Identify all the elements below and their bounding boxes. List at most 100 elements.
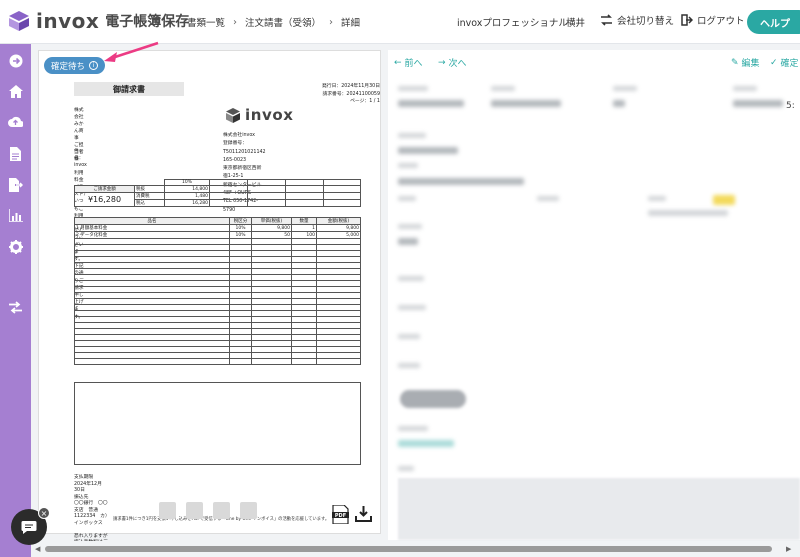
breadcrumb-order-receipt[interactable]: 注文請書（受領） bbox=[245, 15, 321, 29]
app-logo[interactable]: invox 電子帳簿保存 bbox=[8, 9, 189, 33]
blurred-value bbox=[613, 100, 625, 107]
scroll-left-icon[interactable]: ◀ bbox=[35, 545, 40, 553]
switch-icon[interactable] bbox=[8, 300, 23, 315]
summary-label: 税抜 bbox=[134, 185, 165, 193]
scrollbar-thumb[interactable] bbox=[45, 546, 772, 552]
summary-label: 消費税 bbox=[134, 192, 165, 200]
blurred-link bbox=[398, 440, 454, 447]
blurred-label bbox=[398, 133, 426, 138]
status-badge[interactable]: 確定待ち i bbox=[44, 57, 106, 74]
cloud-upload-icon[interactable] bbox=[8, 114, 23, 129]
item-price: 9,800 bbox=[251, 224, 292, 232]
blurred-label bbox=[398, 224, 422, 229]
breadcrumb-document-list[interactable]: 書類一覧 bbox=[187, 15, 225, 29]
issuer-line: 株式会社invox bbox=[223, 133, 256, 138]
arrow-left-icon: ← bbox=[394, 57, 402, 68]
page-number: ページ：1 / 1 bbox=[350, 99, 380, 104]
item-tax: 10% bbox=[229, 224, 252, 232]
invoice-meta: 発行日：2024年11月30日 請求番号：20241100059 ページ：1 /… bbox=[322, 83, 380, 106]
blurred-label bbox=[491, 86, 515, 91]
item-amount: 5,000 bbox=[316, 231, 361, 239]
blurred-value bbox=[398, 178, 524, 185]
blurred-value bbox=[398, 100, 464, 107]
blurred-label bbox=[398, 196, 416, 201]
issuer-line: 165-0023 bbox=[223, 157, 247, 163]
line-items-table: 品名 税区分 単価(税抜) 数量 金額(税抜) 1 月額基本料金 10% 9,8… bbox=[74, 217, 361, 365]
annotation-arrow-icon bbox=[104, 41, 159, 62]
logo-text: invox bbox=[36, 9, 100, 33]
gear-icon[interactable] bbox=[8, 239, 23, 254]
invoice-number: 請求番号：20241100059 bbox=[322, 91, 380, 97]
chevron-right-icon: › bbox=[233, 16, 238, 28]
blurred-label bbox=[398, 334, 420, 339]
memo-box bbox=[74, 382, 361, 465]
prev-button[interactable]: ← 前へ bbox=[394, 56, 423, 70]
logo-subtitle: 電子帳簿保存 bbox=[105, 14, 190, 30]
tool-button[interactable] bbox=[213, 502, 230, 519]
tool-button[interactable] bbox=[240, 502, 257, 519]
document-icon[interactable] bbox=[8, 146, 23, 161]
blurred-label bbox=[537, 196, 559, 201]
item-qty: 1 bbox=[291, 224, 317, 232]
blurred-tag bbox=[713, 195, 735, 205]
user-name: 横井 bbox=[566, 18, 586, 29]
tool-button[interactable] bbox=[159, 502, 176, 519]
summary-table: 10% ご請求金額 税抜 14,800 ¥16,280 消費税 1,480 税込… bbox=[74, 179, 361, 207]
logout-label: ログアウト bbox=[697, 16, 745, 27]
blurred-label bbox=[398, 163, 418, 168]
close-icon[interactable]: × bbox=[38, 507, 50, 519]
invoice-title: 御請求書 bbox=[74, 82, 184, 96]
detail-panel: ← 前へ → 次へ ✎ 編集 ✓ 確定 bbox=[388, 50, 800, 540]
item-tax: 10% bbox=[229, 231, 252, 239]
issuer-logo-text: invox bbox=[245, 106, 294, 124]
svg-text:PDF: PDF bbox=[335, 513, 346, 519]
blurred-memo-area bbox=[398, 478, 800, 540]
blurred-value bbox=[733, 100, 783, 107]
column-header: 品名 bbox=[74, 217, 230, 225]
cube-logo-icon bbox=[226, 107, 240, 123]
item-price: 50 bbox=[251, 231, 292, 239]
pdf-icon[interactable]: PDF bbox=[332, 505, 349, 524]
edit-button[interactable]: ✎ 編集 bbox=[731, 56, 760, 70]
issue-date: 発行日：2024年11月30日 bbox=[322, 84, 380, 89]
issuer-logo: invox bbox=[226, 106, 294, 124]
logout-button[interactable]: ログアウト bbox=[681, 13, 745, 27]
arrow-right-circle-icon[interactable] bbox=[8, 53, 23, 68]
chart-icon[interactable] bbox=[8, 208, 23, 223]
tool-button[interactable] bbox=[186, 502, 203, 519]
column-header: 金額(税抜) bbox=[316, 217, 361, 225]
summary-value: 16,280 bbox=[164, 199, 210, 207]
home-icon[interactable] bbox=[8, 84, 23, 99]
payment-line: 振込先 〇〇銀行 〇〇支店 普通 1122334 カ）インボックス bbox=[74, 494, 108, 526]
chevron-right-icon: › bbox=[329, 16, 334, 28]
help-button[interactable]: ヘルプ bbox=[747, 10, 800, 34]
app-header: invox 電子帳簿保存 書類一覧 › 注文請書（受領） › 詳細 invoxプ… bbox=[0, 0, 800, 44]
next-button[interactable]: → 次へ bbox=[438, 56, 467, 70]
edge-text: 5: bbox=[786, 101, 795, 111]
scroll-right-icon[interactable]: ▶ bbox=[786, 545, 791, 553]
blurred-value bbox=[491, 100, 561, 107]
edit-icon: ✎ bbox=[731, 57, 739, 68]
info-icon[interactable]: i bbox=[89, 61, 99, 70]
blurred-label bbox=[398, 305, 426, 310]
cube-logo-icon bbox=[9, 11, 29, 31]
blurred-label bbox=[733, 86, 757, 91]
download-icon[interactable] bbox=[355, 505, 372, 522]
blurred-label bbox=[398, 466, 414, 471]
column-header: 税区分 bbox=[229, 217, 252, 225]
chat-bubble-icon bbox=[21, 520, 37, 534]
confirm-button[interactable]: ✓ 確定 bbox=[770, 56, 799, 70]
column-header: 単価(税抜) bbox=[251, 217, 292, 225]
recipient-company: 株式会社みかん商事 bbox=[74, 108, 84, 141]
export-icon[interactable] bbox=[8, 177, 23, 192]
blurred-label bbox=[648, 196, 666, 201]
confirm-label: 確定 bbox=[780, 59, 799, 69]
summary-value: 14,800 bbox=[164, 185, 210, 193]
switch-company-button[interactable]: 会社切り替え bbox=[600, 13, 674, 27]
horizontal-scrollbar[interactable]: ◀ ▶ bbox=[31, 541, 800, 557]
status-label: 確定待ち bbox=[51, 61, 86, 72]
breadcrumb-detail: 詳細 bbox=[341, 18, 361, 29]
switch-company-label: 会社切り替え bbox=[617, 16, 675, 27]
company-name: invoxプロフェッショナル bbox=[457, 18, 568, 29]
summary-label: 税込 bbox=[134, 199, 165, 207]
